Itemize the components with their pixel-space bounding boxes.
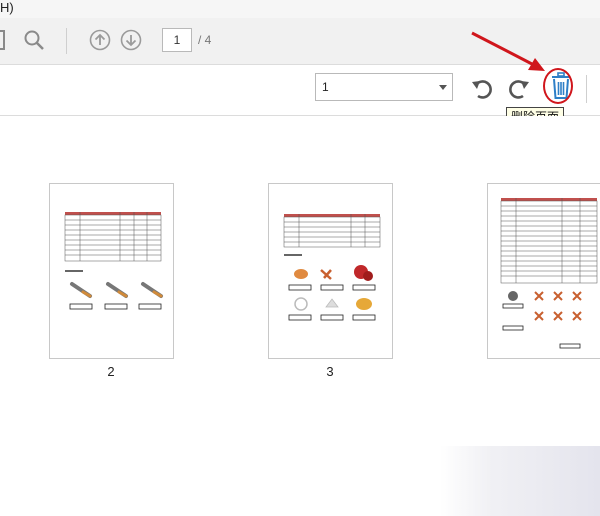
page-preview — [64, 212, 163, 310]
blur-overlay — [440, 446, 600, 516]
page-preview — [283, 214, 381, 321]
page-thumbnail[interactable] — [487, 183, 600, 359]
page-thumbnail[interactable] — [268, 183, 393, 359]
page-thumbnail-label: 3 — [326, 364, 334, 379]
page-thumbnail[interactable] — [49, 183, 174, 359]
page-thumbnail-label: 2 — [107, 364, 115, 379]
page-preview — [500, 198, 598, 349]
thumbnail-panel: 2 3 — [0, 116, 600, 516]
